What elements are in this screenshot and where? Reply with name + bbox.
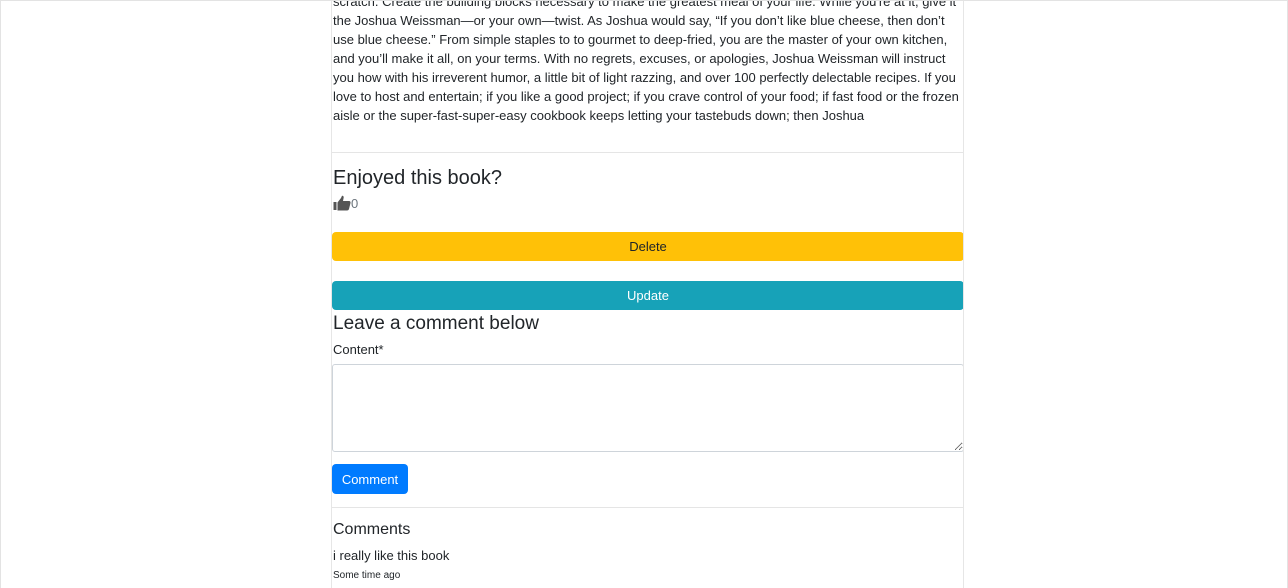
comment-item-timestamp: Some time ago — [333, 570, 401, 581]
section-divider — [332, 152, 963, 153]
delete-button[interactable]: Delete — [332, 232, 963, 261]
comment-content-textarea[interactable] — [332, 364, 963, 452]
enjoyed-heading: Enjoyed this book? — [333, 167, 503, 189]
comment-item-text: i really like this book — [333, 548, 450, 563]
book-detail-card: scratch. Create the building blocks nece… — [331, 1, 964, 588]
content-label: Content* — [333, 342, 384, 357]
like-control: 0 — [333, 194, 358, 212]
browser-viewport: scratch. Create the building blocks nece… — [0, 0, 1288, 588]
like-count: 0 — [351, 195, 359, 211]
update-button[interactable]: Update — [332, 281, 963, 310]
comment-submit-button[interactable]: Comment — [332, 464, 408, 494]
comments-heading: Comments — [333, 521, 411, 538]
thumbs-up-icon[interactable] — [333, 195, 351, 211]
comments-divider — [332, 507, 963, 508]
leave-comment-heading: Leave a comment below — [333, 313, 539, 334]
book-description: scratch. Create the building blocks nece… — [333, 1, 959, 123]
